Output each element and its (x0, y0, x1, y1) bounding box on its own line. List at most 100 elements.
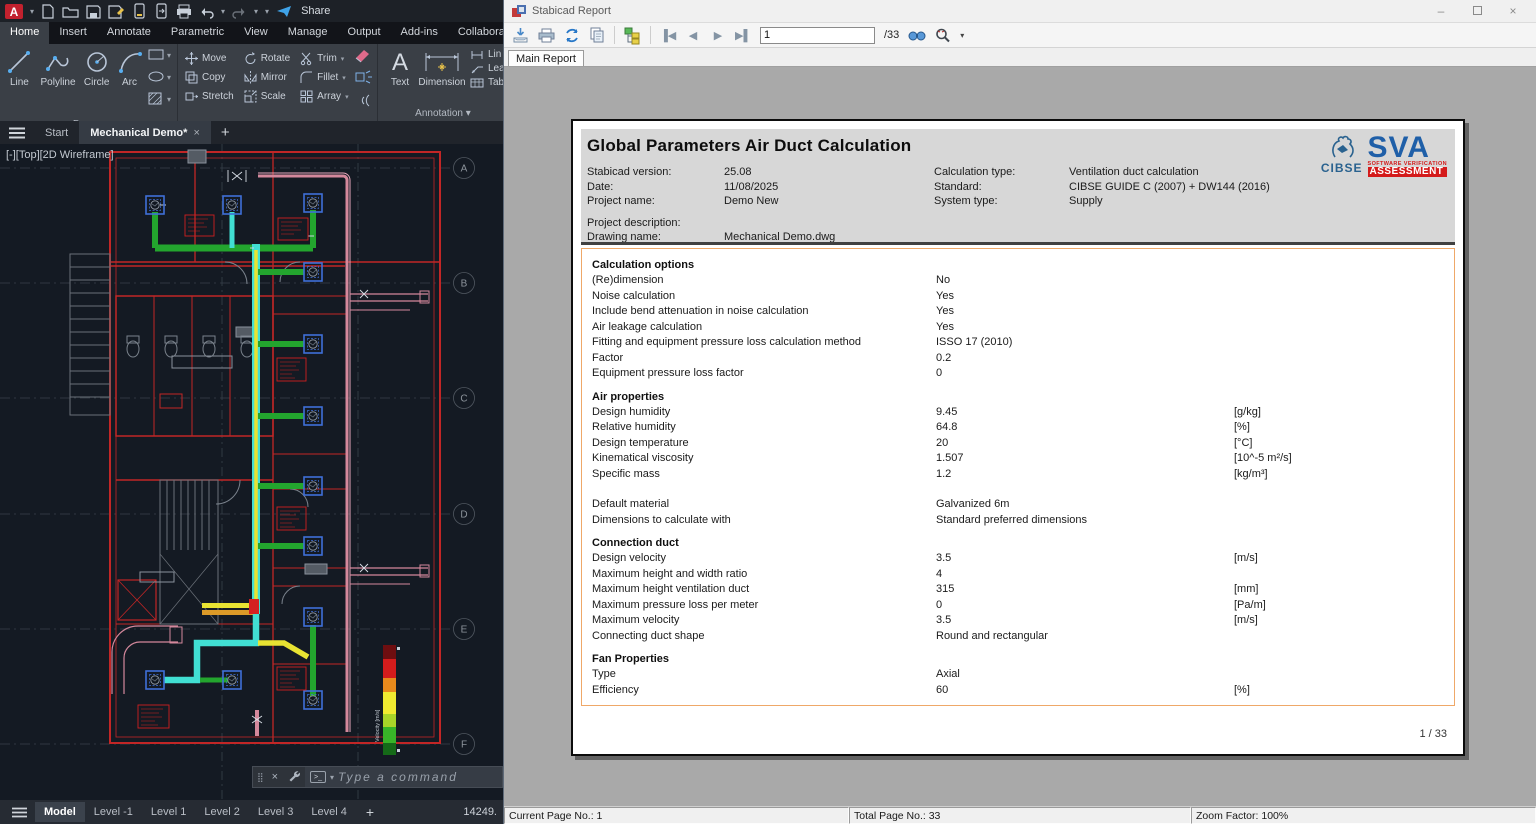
zoom-icon[interactable] (935, 28, 951, 43)
ribbon-tab-insert[interactable]: Insert (49, 22, 97, 44)
layout-tab-level-4[interactable]: Level 4 (302, 802, 355, 822)
layout-tab-level-2[interactable]: Level 2 (195, 802, 248, 822)
minimize-button[interactable]: – (1426, 4, 1456, 18)
ribbon-tab-view[interactable]: View (234, 22, 278, 44)
linear-dimension-button[interactable]: Lin (470, 49, 503, 60)
save-icon[interactable] (86, 4, 101, 19)
modify-scale-button[interactable]: Scale (244, 90, 290, 103)
command-close-icon[interactable]: × (267, 771, 283, 783)
ribbon-tab-manage[interactable]: Manage (278, 22, 338, 44)
layout-tab-level-1[interactable]: Level -1 (85, 802, 142, 822)
tab-drawing[interactable]: Mechanical Demo*× (79, 121, 211, 144)
close-tab-icon[interactable]: × (193, 127, 199, 139)
text-button[interactable]: A Text (386, 46, 414, 107)
ribbon-tab-collaborate[interactable]: Collaborate (448, 22, 503, 44)
table-button[interactable]: Tab (470, 77, 503, 88)
plot-icon[interactable] (132, 3, 147, 19)
publish-icon[interactable] (154, 3, 169, 19)
ellipse-tool-icon[interactable]: ▾ (148, 70, 172, 88)
fillet-caret-icon[interactable]: ▾ (342, 74, 346, 82)
meta-label: System type: (934, 194, 1069, 209)
command-input[interactable]: >_ ▾ Type a command (305, 767, 502, 787)
ribbon-tab-annotate[interactable]: Annotate (97, 22, 161, 44)
modify-trim-button[interactable]: Trim ▾ (300, 52, 348, 65)
undo-icon[interactable] (199, 5, 214, 18)
save-as-icon[interactable] (108, 4, 125, 19)
open-folder-icon[interactable] (62, 4, 79, 19)
command-wrench-icon[interactable] (283, 770, 305, 785)
hatch-tool-icon[interactable]: ▾ (148, 92, 172, 110)
parameter-label: Type (592, 668, 616, 680)
erase-icon[interactable] (353, 47, 373, 66)
next-page-button[interactable]: ▶ (710, 29, 726, 42)
logo-caret-icon[interactable]: ▾ (30, 7, 34, 16)
dimension-button[interactable]: Dimension (416, 46, 468, 107)
modify-array-button[interactable]: Array ▾ (300, 90, 348, 103)
first-page-button[interactable]: ▐◀ (660, 29, 676, 42)
layout-tab-model[interactable]: Model (35, 802, 85, 822)
refresh-icon[interactable] (564, 28, 580, 43)
redo-icon[interactable] (232, 5, 247, 18)
modify-mirror-button[interactable]: Mirror (244, 71, 290, 84)
new-drawing-tab-icon[interactable]: + (211, 121, 240, 144)
file-tabs-menu-icon[interactable] (0, 121, 34, 144)
toggle-group-tree-icon[interactable] (624, 27, 641, 44)
zoom-caret-icon[interactable]: ▾ (960, 31, 964, 40)
report-viewer[interactable]: Global Parameters Air Duct Calculation S… (504, 67, 1536, 806)
maximize-button[interactable] (1462, 4, 1492, 18)
ribbon-tab-home[interactable]: Home (0, 22, 49, 44)
modify-copy-button[interactable]: Copy (185, 71, 234, 84)
modify-stretch-button[interactable]: Stretch (185, 90, 234, 103)
meta-value: Supply (1069, 194, 1455, 209)
share-label[interactable]: Share (301, 5, 330, 17)
new-layout-icon[interactable]: + (358, 804, 382, 820)
line-button[interactable]: Line (3, 46, 36, 118)
undo-caret-icon[interactable]: ▾ (221, 7, 225, 16)
line-icon (6, 49, 32, 75)
new-file-icon[interactable] (41, 4, 55, 19)
report-title-bar[interactable]: Stabicad Report – × (504, 0, 1536, 22)
copy-icon[interactable] (589, 27, 605, 43)
share-icon[interactable] (276, 5, 292, 18)
modify-rotate-button[interactable]: Rotate (244, 52, 290, 65)
tab-start[interactable]: Start (34, 121, 79, 144)
viewport-label[interactable]: [-][Top][2D Wireframe] (6, 149, 114, 161)
trim-caret-icon[interactable]: ▾ (341, 55, 345, 63)
annotation-panel-title[interactable]: Annotation ▾ (378, 107, 503, 121)
command-caret-icon[interactable]: ▾ (330, 773, 334, 782)
layout-menu-icon[interactable] (6, 807, 33, 818)
meta-value: CIBSE GUIDE C (2007) + DW144 (2016) (1069, 180, 1455, 195)
find-icon[interactable] (908, 29, 926, 42)
modify-fillet-button[interactable]: Fillet ▾ (300, 71, 348, 84)
page-number-input[interactable] (760, 27, 875, 44)
print-icon[interactable] (176, 4, 192, 19)
layout-tab-level-1[interactable]: Level 1 (142, 802, 195, 822)
offset-icon[interactable] (353, 93, 373, 112)
modify-move-button[interactable]: Move (185, 52, 234, 65)
last-page-button[interactable]: ▶▌ (735, 29, 751, 42)
layout-tab-level-3[interactable]: Level 3 (249, 802, 302, 822)
autocad-logo-icon[interactable]: A (5, 4, 23, 19)
export-report-icon[interactable] (512, 27, 529, 43)
ribbon-tab-add-ins[interactable]: Add-ins (391, 22, 448, 44)
close-button[interactable]: × (1498, 4, 1528, 18)
redo-caret-icon[interactable]: ▾ (254, 7, 258, 16)
circle-button[interactable]: Circle (80, 46, 113, 118)
explode-icon[interactable] (353, 70, 373, 89)
ribbon-tab-parametric[interactable]: Parametric (161, 22, 234, 44)
qat-customize-icon[interactable]: ▾ (265, 7, 269, 16)
command-line[interactable]: ⣿ × >_ ▾ Type a command (252, 766, 503, 788)
parameter-label: Efficiency (592, 684, 639, 696)
rectangle-tool-icon[interactable]: ▾ (148, 48, 172, 66)
print-report-icon[interactable] (538, 28, 555, 43)
leader-button[interactable]: Lea (470, 63, 503, 74)
parameter-label: Equipment pressure loss factor (592, 367, 744, 379)
array-caret-icon[interactable]: ▾ (345, 93, 349, 101)
previous-page-button[interactable]: ◀ (685, 29, 701, 42)
polyline-button[interactable]: Polyline (38, 46, 79, 118)
tab-main-report[interactable]: Main Report (508, 50, 584, 66)
drawing-canvas[interactable]: [-][Top][2D Wireframe] ABCDEF (0, 144, 503, 800)
command-grip-icon[interactable]: ⣿ (253, 772, 267, 783)
ribbon-tab-output[interactable]: Output (338, 22, 391, 44)
arc-button[interactable]: Arc (115, 46, 144, 118)
